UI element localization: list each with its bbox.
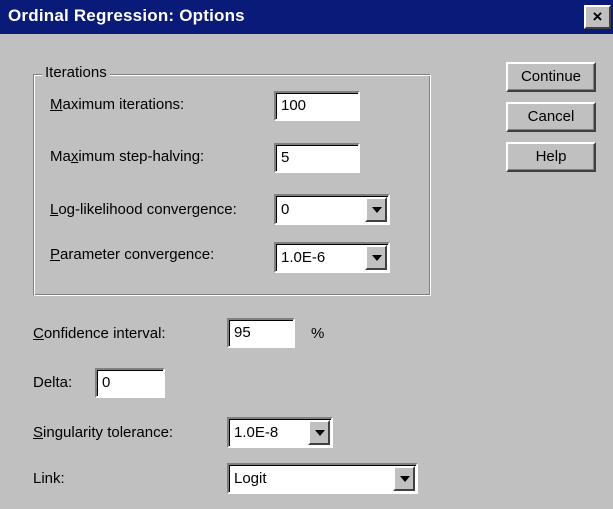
percent-unit: % (311, 325, 325, 342)
dialog-title: Ordinal Regression: Options (8, 6, 245, 25)
delta-label: Delta: (33, 374, 73, 391)
cancel-button[interactable]: Cancel (506, 102, 596, 132)
help-button[interactable]: Help (506, 142, 596, 172)
max-iterations-input[interactable]: 100 (274, 91, 360, 121)
options-dialog: Ordinal Regression: Options × Iterations… (0, 0, 613, 509)
singularity-tolerance-value: 1.0E-8 (234, 424, 279, 441)
max-step-halving-label: Maximum step-halving: (50, 148, 205, 165)
link-value: Logit (234, 470, 267, 487)
confidence-interval-label: Confidence interval: (33, 325, 166, 342)
link-select[interactable]: Logit (227, 463, 418, 494)
confidence-interval-input[interactable]: 95 (227, 318, 295, 348)
title-bar: Ordinal Regression: Options × (0, 0, 613, 34)
chevron-down-icon[interactable] (308, 420, 330, 445)
chevron-down-icon[interactable] (365, 245, 387, 270)
loglik-convergence-label: Log-likelihood convergence: (50, 201, 237, 218)
param-convergence-select[interactable]: 1.0E-6 (274, 242, 390, 273)
link-label: Link: (33, 470, 65, 487)
max-iterations-label: Maximum iterations: (50, 96, 185, 113)
singularity-tolerance-label: Singularity tolerance: (33, 424, 174, 441)
param-convergence-label: Parameter convergence: (50, 246, 215, 263)
continue-button[interactable]: Continue (506, 62, 596, 92)
param-convergence-value: 1.0E-6 (281, 249, 326, 266)
singularity-tolerance-select[interactable]: 1.0E-8 (227, 417, 333, 448)
chevron-down-icon[interactable] (365, 197, 387, 222)
loglik-convergence-select[interactable]: 0 (274, 194, 390, 225)
delta-input[interactable]: 0 (95, 368, 165, 398)
max-step-halving-input[interactable]: 5 (274, 143, 360, 173)
chevron-down-icon[interactable] (393, 466, 415, 491)
close-button[interactable]: × (584, 5, 611, 29)
iterations-group-label: Iterations (42, 64, 110, 81)
loglik-convergence-value: 0 (281, 201, 290, 218)
